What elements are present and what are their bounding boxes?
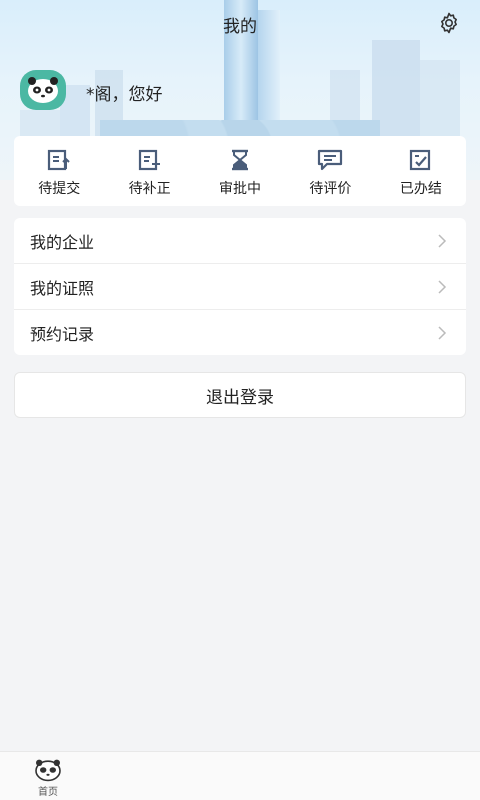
menu-item-my-licenses[interactable]: 我的证照 — [14, 264, 466, 310]
chevron-right-icon — [438, 233, 447, 248]
status-to-correct[interactable]: 待补正 — [104, 136, 194, 206]
gear-icon — [441, 12, 457, 34]
tab-label: 首页 — [38, 787, 58, 798]
status-label: 待提交 — [38, 181, 81, 197]
logout-button[interactable]: 退出登录 — [14, 372, 466, 418]
panda-icon — [28, 77, 58, 103]
status-label: 待补正 — [128, 181, 171, 197]
menu-item-label: 预约记录 — [30, 324, 95, 344]
status-label: 审批中 — [219, 181, 262, 197]
tab-home[interactable]: 首页 — [24, 758, 72, 798]
menu-item-label: 我的证照 — [30, 278, 95, 298]
panda-icon — [35, 759, 61, 782]
status-label: 已办结 — [399, 181, 442, 197]
status-in-approval[interactable]: 审批中 — [195, 136, 285, 206]
status-to-evaluate[interactable]: 待评价 — [285, 136, 375, 206]
doc-upload-icon — [46, 148, 72, 172]
comment-icon — [317, 148, 343, 172]
chevron-right-icon — [438, 279, 447, 294]
avatar[interactable] — [20, 70, 66, 110]
bottom-tab-bar: 首页 — [0, 751, 480, 800]
menu-item-my-enterprise[interactable]: 我的企业 — [14, 218, 466, 264]
doc-check-icon — [408, 148, 434, 172]
menu-item-label: 我的企业 — [30, 232, 95, 252]
menu-item-appointments[interactable]: 预约记录 — [14, 310, 466, 355]
building-illustration — [420, 60, 460, 140]
status-completed[interactable]: 已办结 — [376, 136, 466, 206]
application-status-card: 待提交 待补正 审批中 待评价 已办结 — [14, 136, 466, 206]
user-greeting: *阁，您好 — [86, 85, 163, 105]
settings-button[interactable] — [436, 10, 462, 36]
doc-add-icon — [137, 148, 163, 172]
status-label: 待评价 — [309, 181, 352, 197]
status-to-submit[interactable]: 待提交 — [14, 136, 104, 206]
hourglass-icon — [227, 148, 253, 172]
menu-list: 我的企业 我的证照 预约记录 — [14, 218, 466, 355]
chevron-right-icon — [438, 325, 447, 340]
page-title: 我的 — [223, 17, 257, 37]
